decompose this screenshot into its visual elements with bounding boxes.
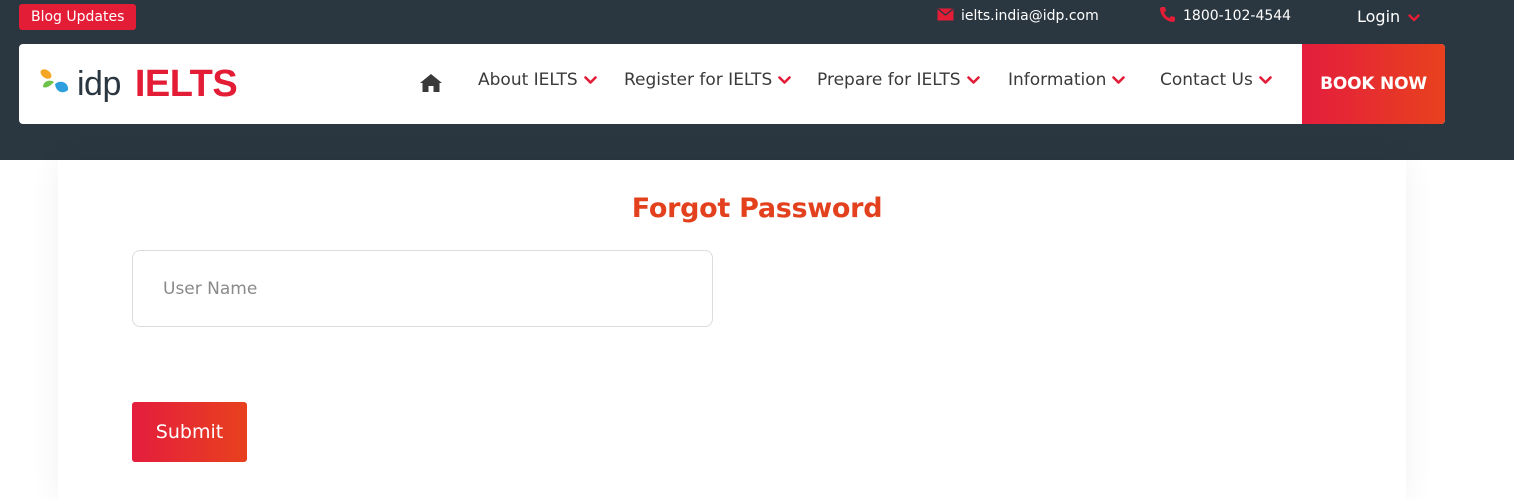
nav-prepare-for-ielts[interactable]: Prepare for IELTS <box>817 68 980 92</box>
nav-prepare-label: Prepare for IELTS <box>817 70 961 90</box>
home-icon[interactable] <box>419 72 443 94</box>
book-now-button[interactable]: BOOK NOW <box>1302 44 1445 124</box>
main-nav: idp IELTS About IELTS Register for IELTS… <box>19 44 1445 124</box>
blog-updates-badge[interactable]: Blog Updates <box>19 4 137 30</box>
page-title: Forgot Password <box>631 193 883 224</box>
chevron-down-icon <box>1408 7 1420 26</box>
contact-phone[interactable]: 1800-102-4544 <box>1159 6 1291 26</box>
contact-email[interactable]: ielts.india@idp.com <box>937 6 1099 26</box>
envelope-icon <box>937 7 954 25</box>
submit-button[interactable]: Submit <box>132 402 247 462</box>
chevron-down-icon <box>1112 70 1126 90</box>
chevron-down-icon <box>1259 70 1272 90</box>
login-dropdown[interactable]: Login <box>1357 4 1420 28</box>
chevron-down-icon <box>583 70 597 90</box>
nav-about-ielts-label: About IELTS <box>478 70 578 90</box>
login-label: Login <box>1357 6 1401 26</box>
idp-ielts-logo[interactable]: idp IELTS <box>37 62 238 106</box>
chevron-down-icon <box>966 70 980 90</box>
nav-about-ielts[interactable]: About IELTS <box>478 68 597 92</box>
phone-icon <box>1159 6 1176 27</box>
top-header: Blog Updates ielts.india@idp.com 1800-10… <box>0 0 1514 160</box>
logo-ielts-text: IELTS <box>134 62 238 105</box>
idp-logo-icon <box>37 65 71 103</box>
username-input[interactable] <box>132 250 713 327</box>
contact-phone-text[interactable]: 1800-102-4544 <box>1183 8 1291 24</box>
nav-information[interactable]: Information <box>1008 68 1126 92</box>
chevron-down-icon <box>778 70 792 90</box>
nav-information-label: Information <box>1008 70 1107 90</box>
logo-idp-text: idp <box>77 64 121 103</box>
nav-contact-us-label: Contact Us <box>1160 70 1253 90</box>
nav-register-label: Register for IELTS <box>624 70 773 90</box>
contact-email-text[interactable]: ielts.india@idp.com <box>961 8 1099 24</box>
nav-contact-us[interactable]: Contact Us <box>1160 68 1272 92</box>
nav-register-for-ielts[interactable]: Register for IELTS <box>624 68 792 92</box>
